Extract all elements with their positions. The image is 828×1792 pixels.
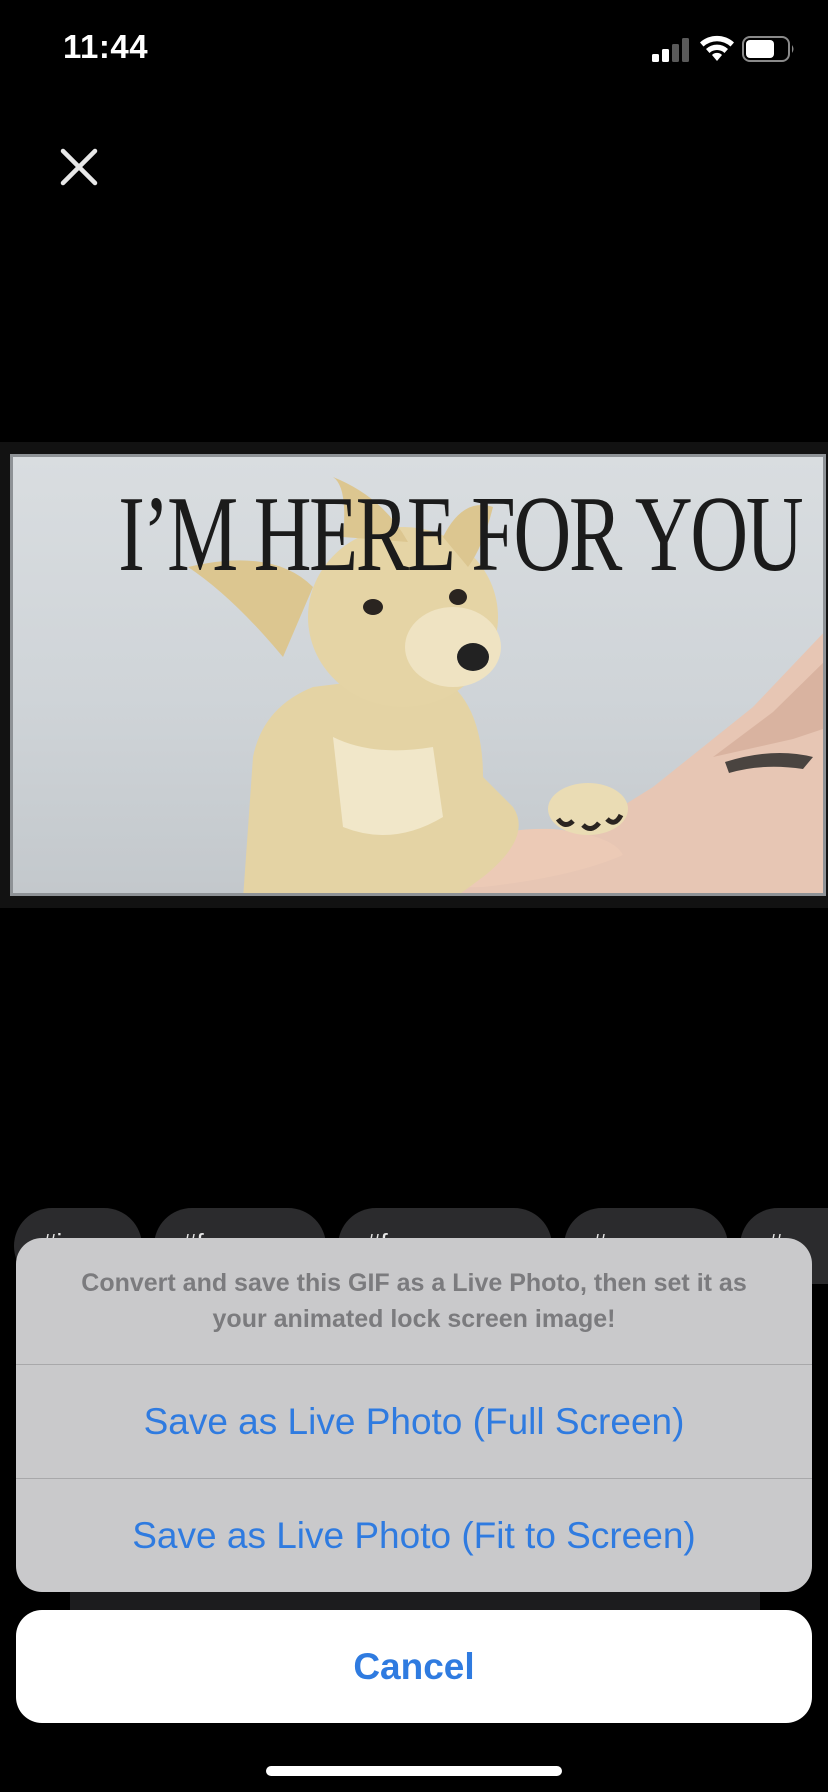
save-fit-to-screen-button[interactable]: Save as Live Photo (Fit to Screen) bbox=[16, 1479, 812, 1592]
sheet-message: Convert and save this GIF as a Live Phot… bbox=[81, 1269, 747, 1333]
status-time: 11:44 bbox=[63, 28, 149, 65]
action-sheet: Convert and save this GIF as a Live Phot… bbox=[16, 1238, 812, 1592]
background-panel bbox=[70, 1592, 760, 1610]
cancel-button[interactable]: Cancel bbox=[16, 1610, 812, 1723]
wifi-icon bbox=[700, 35, 734, 61]
close-button[interactable] bbox=[54, 142, 104, 192]
gif-preview: I’M HERE FOR YOU bbox=[0, 442, 828, 908]
gif-image: I’M HERE FOR YOU bbox=[10, 454, 826, 896]
close-icon bbox=[60, 148, 98, 186]
gif-caption: I’M HERE FOR YOU bbox=[118, 475, 803, 594]
status-bar: 11:44 bbox=[0, 0, 828, 100]
save-full-screen-button[interactable]: Save as Live Photo (Full Screen) bbox=[16, 1365, 812, 1478]
screen: 11:44 I’M HERE FOR YOU Convert and save … bbox=[0, 0, 828, 1792]
battery-icon bbox=[742, 36, 794, 62]
home-indicator bbox=[266, 1766, 562, 1776]
signal-icon bbox=[652, 38, 689, 62]
